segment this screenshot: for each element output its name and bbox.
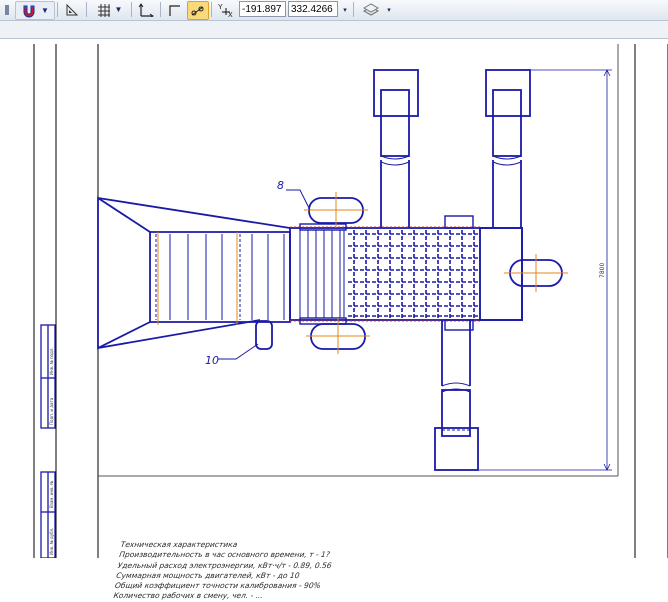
- sheet-frame: [33, 44, 668, 558]
- discharge-box: [479, 227, 523, 321]
- cursor-xy-button[interactable]: YX: [215, 1, 237, 18]
- grid-icon: [97, 3, 110, 17]
- step-line-icon: [169, 4, 180, 16]
- main-toolbar: ▼ ▼ YX -191.897 332.4266 ▾ ▾: [0, 0, 668, 21]
- chevron-down-icon: ▾: [343, 6, 347, 14]
- local-axes-button[interactable]: [136, 1, 156, 18]
- toolbar-separator: [86, 2, 87, 17]
- coordinate-x-field[interactable]: -191.897: [239, 1, 286, 17]
- note-line: Производительность в час основного време…: [118, 550, 331, 560]
- cursor-xy-icon: YX: [218, 4, 233, 18]
- drawing-canvas[interactable]: Инв. № подл. Подп. и дата Взам. инв. № И…: [0, 39, 668, 600]
- upper-chute-right: [485, 69, 531, 228]
- toolbar-separator: [160, 2, 161, 17]
- chevron-down-icon: ▾: [387, 6, 391, 14]
- secondary-toolbar-strip: [0, 21, 668, 39]
- layers-icon: [362, 2, 380, 16]
- snap-nodes-icon: [191, 6, 204, 15]
- toolbar-overflow[interactable]: ▾: [340, 1, 350, 18]
- grid-button[interactable]: ▼: [91, 1, 127, 18]
- snap-magnet-button[interactable]: ▼: [15, 1, 55, 20]
- layers-button[interactable]: [360, 1, 382, 18]
- ortho-button[interactable]: [62, 1, 82, 18]
- roller-section: [155, 234, 285, 320]
- snap-nodes-button[interactable]: [187, 1, 209, 20]
- technical-notes: Техническая характеристика Производитель…: [113, 540, 335, 602]
- lower-chute: [434, 320, 479, 471]
- flanges: [299, 215, 474, 331]
- svg-text:Подп. и дата: Подп. и дата: [49, 397, 54, 425]
- chevron-down-icon[interactable]: ▼: [115, 5, 123, 14]
- drawing-sheet[interactable]: Инв. № подл. Подп. и дата Взам. инв. № И…: [0, 39, 668, 559]
- note-line: Техническая характеристика: [120, 540, 238, 549]
- triangle-corner-icon: [66, 3, 79, 15]
- svg-text:X: X: [228, 12, 233, 18]
- note-line: Общий коэффициент точности калибрования …: [114, 581, 322, 591]
- leader-8: [286, 189, 311, 211]
- sieve-grid: [348, 230, 478, 318]
- callout-8: 8: [277, 179, 284, 192]
- dimension-line: [478, 69, 612, 471]
- chevron-down-icon[interactable]: ▼: [41, 6, 49, 15]
- hopper-funnel: [97, 196, 291, 350]
- toolbar-separator: [131, 2, 132, 17]
- svg-text:Y: Y: [218, 4, 223, 11]
- accent-edges: [290, 226, 480, 322]
- toolbar-grip: [1, 1, 13, 18]
- note-line: Суммарная мощность двигателей, кВт - до …: [115, 570, 301, 580]
- toolbar-separator: [57, 2, 58, 17]
- toolbar-overflow[interactable]: ▾: [384, 1, 394, 18]
- motor-10: [255, 320, 273, 350]
- toolbar-separator: [211, 2, 212, 17]
- callout-10: 10: [205, 354, 219, 367]
- step-line-button[interactable]: [165, 1, 185, 18]
- dimension-text: 7800: [599, 263, 606, 278]
- note-line: Количество рабочих в смену, чел. - ...: [112, 591, 264, 601]
- svg-text:Взам. инв. №: Взам. инв. №: [49, 481, 54, 508]
- note-line: Удельный расход электроэнергии, кВт·ч/т …: [117, 560, 333, 570]
- magnet-icon: [23, 5, 35, 17]
- coordinate-y-field[interactable]: 332.4266: [288, 1, 338, 17]
- svg-text:Инв. № дубл.: Инв. № дубл.: [49, 528, 54, 555]
- toolbar-separator: [353, 2, 354, 17]
- leader-10: [218, 343, 259, 360]
- grip-icon: [5, 4, 9, 15]
- upper-chute-left: [373, 69, 419, 228]
- svg-text:Инв. № подл.: Инв. № подл.: [49, 347, 54, 375]
- axes-icon: [138, 2, 154, 17]
